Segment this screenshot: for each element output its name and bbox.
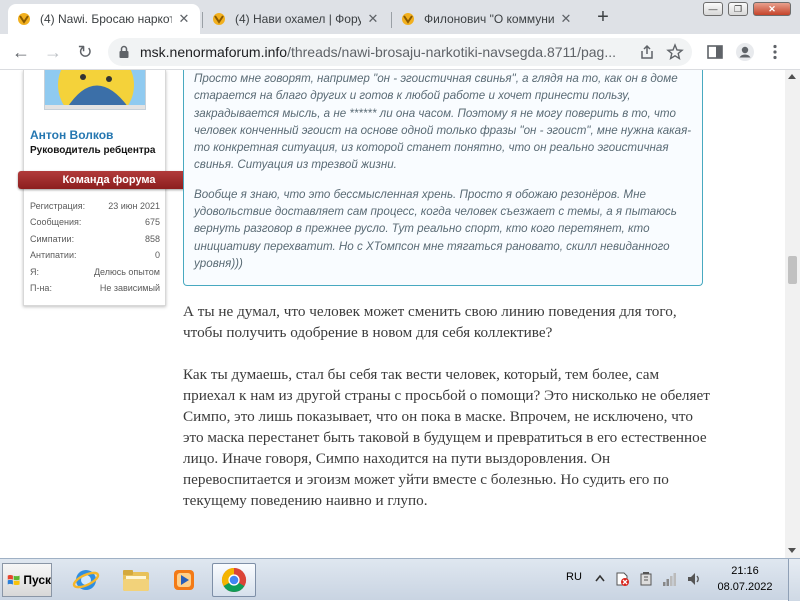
scroll-down-arrow-icon[interactable] — [788, 548, 796, 553]
url-path: /threads/nawi-brosaju-narkotiki-navsegda… — [287, 44, 616, 60]
tab-navi[interactable]: (4) Нави охамел | Форум ✕ — [203, 4, 389, 34]
action-center-icon[interactable] — [614, 571, 630, 587]
user-role: Руководитель ребцентра — [30, 145, 156, 156]
stat-value: 858 — [144, 233, 160, 244]
clock-date: 08.07.2022 — [717, 581, 773, 593]
close-tab-icon[interactable]: ✕ — [176, 11, 192, 27]
volume-icon[interactable] — [686, 571, 702, 587]
stat-value: 0 — [154, 250, 160, 261]
page-scrollbar[interactable] — [785, 70, 800, 558]
quote-paragraph: Вообще я знаю, что это бессмысленная хре… — [194, 187, 677, 270]
stat-value: Не зависимый — [99, 282, 160, 293]
user-stats: Регистрация: 23 июн 2021 Сообщения: 675 Си… — [30, 198, 160, 296]
taskbar-explorer[interactable] — [114, 563, 158, 597]
start-label: Пуск — [23, 573, 51, 587]
forum-favicon-icon — [213, 13, 225, 25]
sidebar-icon[interactable] — [705, 42, 725, 62]
clock-time: 21:16 — [731, 565, 759, 577]
post-paragraph: А ты не думал, что человек может сменить… — [183, 303, 677, 341]
minimize-button[interactable]: — — [703, 2, 723, 16]
scrollbar-thumb[interactable] — [788, 256, 797, 284]
power-icon[interactable] — [638, 571, 654, 587]
tray-expand-icon[interactable] — [592, 571, 608, 587]
forward-button[interactable]: → — [42, 41, 64, 63]
windows-flag-icon — [7, 575, 20, 586]
avatar-image-icon — [45, 70, 145, 109]
taskbar-ie[interactable] — [64, 563, 108, 597]
url-host: msk.nenormaforum.info — [140, 44, 288, 60]
stat-value: 675 — [144, 217, 160, 228]
lock-icon[interactable] — [116, 44, 132, 60]
post-body: А ты не думал, что человек может сменить… — [183, 301, 713, 511]
quote-block: Просто мне говорят, например "он - эгоис… — [183, 70, 703, 286]
new-tab-button[interactable]: + — [592, 6, 614, 28]
address-bar[interactable]: msk.nenormaforum.info/threads/nawi-brosa… — [108, 38, 692, 66]
show-desktop-button[interactable] — [788, 559, 800, 601]
stat-label: Антипатии: — [30, 250, 77, 261]
tab-title: Филонович "О коммунист — [424, 12, 554, 26]
url-text[interactable]: msk.nenormaforum.info/threads/nawi-brosa… — [140, 44, 628, 60]
stat-label: Я: — [30, 266, 39, 277]
reload-button[interactable]: ↻ — [74, 41, 96, 63]
tab-filonovich[interactable]: Филонович "О коммунист ✕ — [392, 4, 582, 34]
stat-label: П-на: — [30, 282, 52, 293]
avatar[interactable] — [44, 70, 146, 110]
internet-explorer-icon — [72, 570, 100, 590]
folder-icon — [123, 570, 149, 591]
forum-favicon-icon — [18, 13, 30, 25]
tab-nawi[interactable]: (4) Nawi. Бросаю наркотики ✕ — [8, 4, 200, 34]
quote-paragraph: Просто мне говорят, например "он - эгоис… — [194, 72, 692, 172]
kebab-menu-icon[interactable] — [765, 42, 785, 62]
scroll-up-arrow-icon[interactable] — [788, 74, 796, 79]
user-card: Антон Волков Руководитель ребцентра Кома… — [18, 70, 200, 306]
stat-dislikes: Антипатии: 0 — [30, 247, 160, 263]
chrome-icon — [221, 568, 247, 593]
browser-toolbar: ← → ↻ msk.nenormaforum.info/threads/nawi… — [0, 34, 800, 70]
stat-me: Я: Делюсь опытом — [30, 264, 160, 280]
profile-icon[interactable] — [735, 42, 755, 62]
taskbar-clock[interactable]: 21:16 08.07.2022 — [712, 563, 778, 595]
stat-label: Регистрация: — [30, 201, 86, 211]
tab-title: (4) Nawi. Бросаю наркотики — [40, 12, 172, 26]
stat-messages: Сообщения: 675 — [30, 214, 160, 230]
stat-value: Делюсь опытом — [93, 266, 160, 277]
media-player-icon — [174, 570, 194, 590]
tab-title: (4) Нави охамел | Форум — [235, 12, 361, 26]
close-tab-icon[interactable]: ✕ — [365, 11, 381, 27]
taskbar-media-player[interactable] — [162, 563, 206, 597]
start-button[interactable]: Пуск — [2, 563, 52, 597]
taskbar-chrome[interactable] — [212, 563, 256, 597]
back-button[interactable]: ← — [10, 41, 32, 63]
maximize-button[interactable]: ❐ — [728, 2, 748, 16]
language-indicator[interactable]: RU — [566, 571, 582, 583]
stat-value: 23 июн 2021 — [108, 201, 160, 211]
stat-label: Сообщения: — [30, 217, 82, 228]
username[interactable]: Антон Волков — [30, 128, 113, 142]
stat-registration: Регистрация: 23 июн 2021 — [30, 198, 160, 214]
star-icon[interactable] — [666, 43, 684, 61]
share-icon[interactable] — [638, 43, 656, 61]
forum-favicon-icon — [402, 13, 414, 25]
team-banner: Команда форума — [18, 171, 200, 189]
close-tab-icon[interactable]: ✕ — [558, 11, 574, 27]
stat-likes: Симпатии: 858 — [30, 231, 160, 247]
stat-pna: П-на: Не зависимый — [30, 280, 160, 296]
stat-label: Симпатии: — [30, 233, 75, 244]
page-content: Антон Волков Руководитель ребцентра Кома… — [0, 70, 785, 558]
post-paragraph: Как ты думаешь, стал бы себя так вести ч… — [183, 366, 710, 509]
tab-strip: (4) Nawi. Бросаю наркотики ✕ (4) Нави ох… — [0, 0, 800, 34]
taskbar: Пуск RU 21:16 08.07.2022 — [0, 558, 800, 601]
close-window-button[interactable]: ✕ — [753, 2, 791, 16]
network-icon[interactable] — [662, 571, 678, 587]
